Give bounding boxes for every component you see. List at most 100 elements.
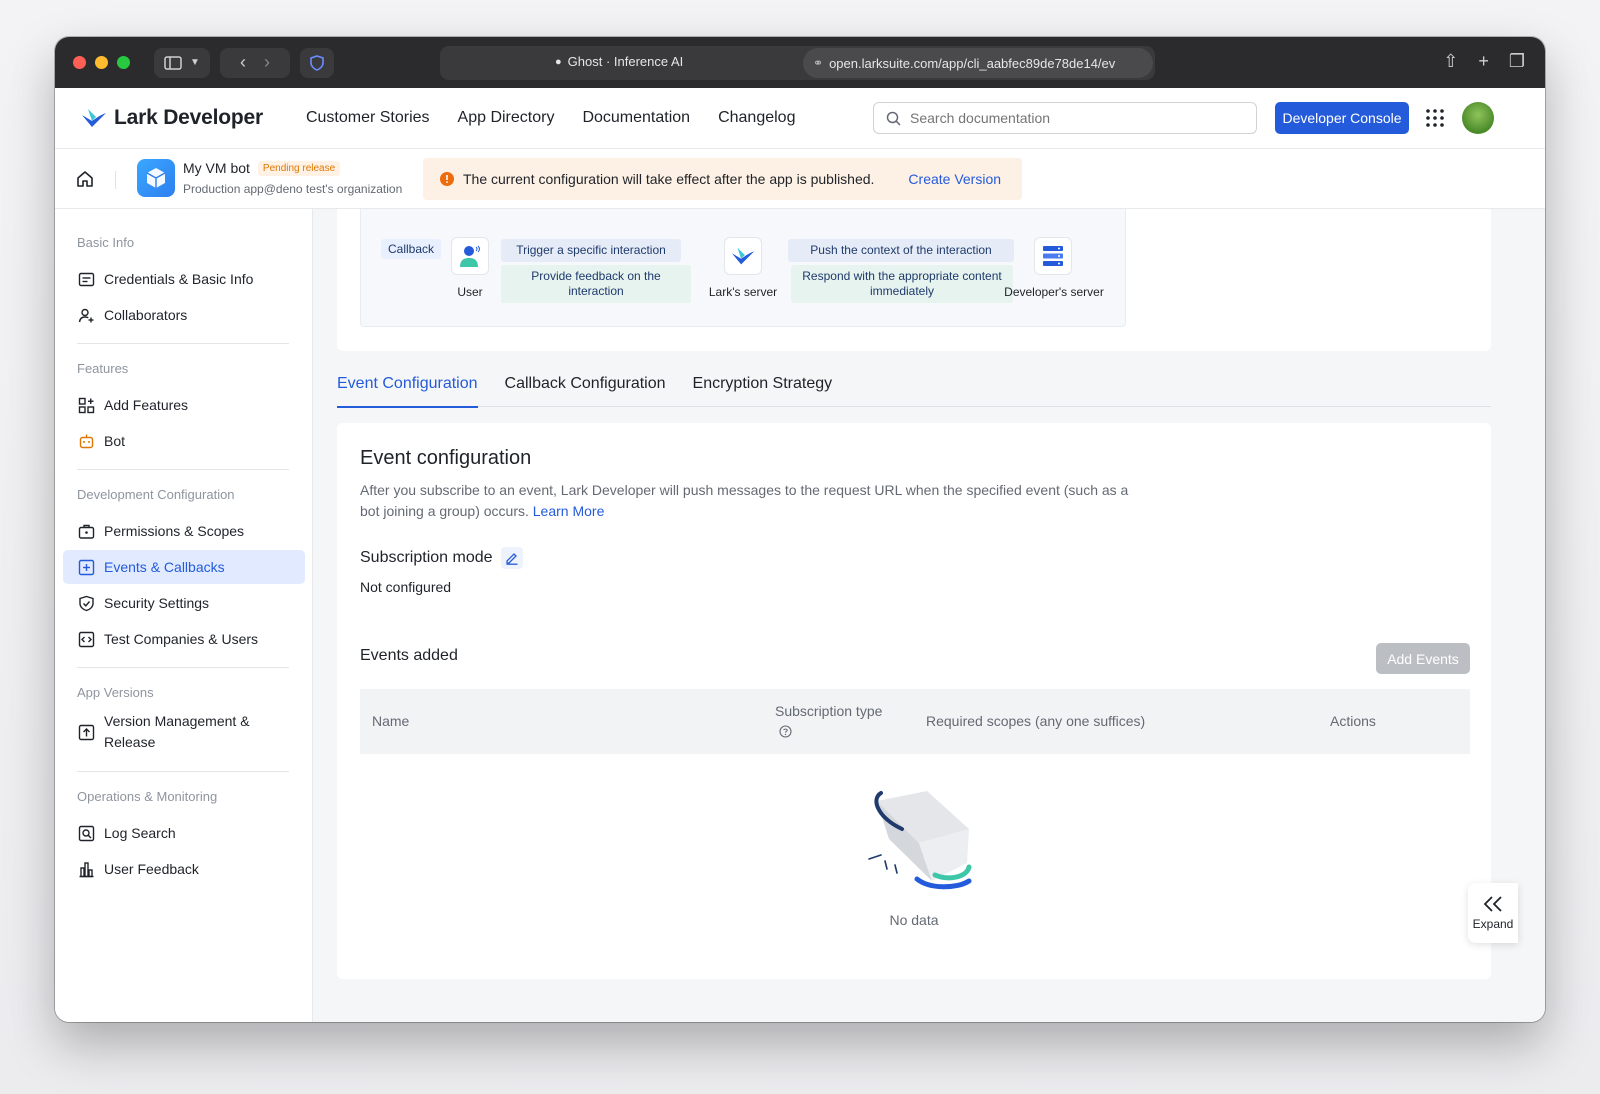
config-tabs: Event Configuration Callback Configurati…	[337, 369, 1491, 408]
sidebar-item-add-features[interactable]: Add Features	[63, 388, 305, 422]
event-icon	[78, 559, 95, 575]
nav-links: Customer Stories App Directory Documenta…	[306, 109, 796, 127]
app-name: My VM bot	[183, 160, 250, 176]
brand-logo[interactable]: Lark Developer	[80, 106, 263, 130]
shield-extension-button[interactable]	[300, 47, 334, 78]
section-title: Event configuration	[360, 447, 532, 469]
divider	[115, 171, 116, 189]
double-chevron-left-icon	[1483, 896, 1502, 912]
warning-icon	[440, 172, 454, 186]
search-box	[873, 102, 1257, 134]
sidebar-item-security[interactable]: Security Settings	[63, 586, 305, 620]
sidebar-item-version-management[interactable]: Version Management & Release	[63, 709, 305, 755]
status-badge: Pending release	[257, 160, 341, 176]
expand-panel-button[interactable]: Expand	[1468, 883, 1518, 943]
sidebar-item-log-search[interactable]: Log Search	[63, 816, 305, 850]
id-card-icon	[78, 272, 95, 286]
notice-text: The current configuration will take effe…	[463, 171, 875, 187]
app-organization: Production app@deno test's organization	[183, 182, 403, 196]
sidebar-item-label: Bot	[104, 432, 126, 449]
event-configuration-card: Event configuration After you subscribe …	[337, 423, 1491, 979]
sidebar-icon	[164, 55, 182, 70]
sidebar-item-permissions[interactable]: Permissions & Scopes	[63, 514, 305, 548]
lark-logo-icon	[731, 247, 755, 265]
main-content: Callback User Trigger a specific interac…	[313, 209, 1545, 1022]
sidebar-item-label: Credentials & Basic Info	[104, 270, 254, 287]
add-events-button[interactable]: Add Events	[1376, 643, 1470, 674]
window-controls	[73, 56, 130, 69]
sidebar-section-features: Features	[77, 361, 129, 376]
search-icon	[886, 111, 901, 126]
column-required-scopes: Required scopes (any one suffices)	[926, 713, 1146, 729]
edit-subscription-button[interactable]	[500, 547, 523, 569]
forward-button[interactable]: ›	[264, 52, 270, 73]
developer-console-button[interactable]: Developer Console	[1275, 102, 1409, 134]
user-avatar[interactable]	[1462, 102, 1494, 134]
address-bar[interactable]: ⚭ open.larksuite.com/app/cli_aabfec89de7…	[803, 48, 1153, 78]
sidebar: Basic Info Credentials & Basic Info Coll…	[55, 209, 313, 1022]
arrow-push-context: Push the context of the interaction	[788, 239, 1014, 262]
sidebar-item-label: Collaborators	[104, 306, 188, 323]
section-description: After you subscribe to an event, Lark De…	[360, 480, 1140, 522]
sidebar-toggle-button[interactable]: ▼	[154, 47, 210, 78]
maximize-window-button[interactable]	[117, 56, 130, 69]
arrow-provide-feedback: Provide feedback on the interaction	[501, 265, 691, 303]
tab-callback-configuration[interactable]: Callback Configuration	[505, 369, 666, 407]
sidebar-item-credentials[interactable]: Credentials & Basic Info	[63, 262, 305, 296]
ghost-icon: ●	[555, 55, 562, 68]
sidebar-item-label: Log Search	[104, 824, 176, 841]
create-version-link[interactable]: Create Version	[908, 171, 1001, 187]
tab-encryption-strategy[interactable]: Encryption Strategy	[693, 369, 833, 407]
sidebar-item-test-companies[interactable]: Test Companies & Users	[63, 622, 305, 656]
close-window-button[interactable]	[73, 56, 86, 69]
lark-server-label: Lark's server	[708, 285, 778, 299]
tab-title-text: Ghost · Inference AI	[567, 54, 684, 69]
new-tab-icon[interactable]: +	[1478, 51, 1489, 72]
column-name: Name	[372, 713, 410, 729]
sidebar-item-bot[interactable]: Bot	[63, 424, 305, 458]
sidebar-divider	[77, 469, 289, 470]
app-name-row: My VM bot Pending release	[183, 160, 341, 176]
top-navigation: Lark Developer Customer Stories App Dire…	[55, 88, 1545, 149]
nav-documentation[interactable]: Documentation	[582, 109, 690, 127]
user-node	[451, 237, 489, 275]
events-added-label: Events added	[360, 647, 458, 664]
briefcase-icon	[78, 524, 95, 539]
globe-icon: ⚭	[813, 56, 824, 70]
subscription-mode-row: Subscription mode	[360, 547, 523, 569]
sidebar-item-events-callbacks[interactable]: Events & Callbacks	[63, 550, 305, 584]
server-icon	[1043, 246, 1063, 266]
url-text: open.larksuite.com/app/cli_aabfec89de78d…	[829, 55, 1116, 71]
minimize-window-button[interactable]	[95, 56, 108, 69]
arrow-trigger-interaction: Trigger a specific interaction	[501, 239, 681, 262]
lark-server-node	[724, 237, 762, 275]
sidebar-section-basic-info: Basic Info	[77, 235, 135, 250]
arrow-respond-content: Respond with the appropriate content imm…	[791, 265, 1013, 303]
nav-changelog[interactable]: Changelog	[718, 109, 795, 127]
user-label: User	[457, 285, 483, 299]
apps-grid-icon[interactable]	[1425, 108, 1445, 128]
search-input[interactable]	[910, 110, 1240, 126]
description-text: After you subscribe to an event, Lark De…	[360, 482, 1129, 519]
tabs-overview-icon[interactable]: ❐	[1509, 51, 1525, 72]
sidebar-item-user-feedback[interactable]: User Feedback	[63, 852, 305, 886]
shield-icon	[310, 54, 324, 71]
subscription-mode-label: Subscription mode	[360, 549, 493, 566]
help-icon[interactable]	[779, 725, 792, 738]
user-add-icon	[78, 308, 94, 322]
learn-more-link[interactable]: Learn More	[533, 503, 605, 519]
back-button[interactable]: ‹	[240, 52, 246, 73]
empty-box-illustration	[868, 791, 972, 890]
sidebar-item-collaborators[interactable]: Collaborators	[63, 298, 305, 332]
nav-customer-stories[interactable]: Customer Stories	[306, 109, 430, 127]
sidebar-item-label: Version Management & Release	[104, 713, 250, 750]
lark-logo-icon	[82, 109, 106, 127]
app-header: My VM bot Pending release Production app…	[55, 149, 1545, 209]
browser-window: ▼ ‹ › ● Ghost · Inference AI ⚭ open.lark…	[55, 37, 1545, 1022]
home-icon[interactable]	[75, 169, 95, 189]
tab-event-configuration[interactable]: Event Configuration	[337, 369, 478, 408]
bar-chart-icon	[79, 861, 94, 877]
nav-app-directory[interactable]: App Directory	[458, 109, 555, 127]
share-icon[interactable]: ⇧	[1443, 51, 1458, 72]
subscription-mode-value: Not configured	[360, 579, 452, 595]
